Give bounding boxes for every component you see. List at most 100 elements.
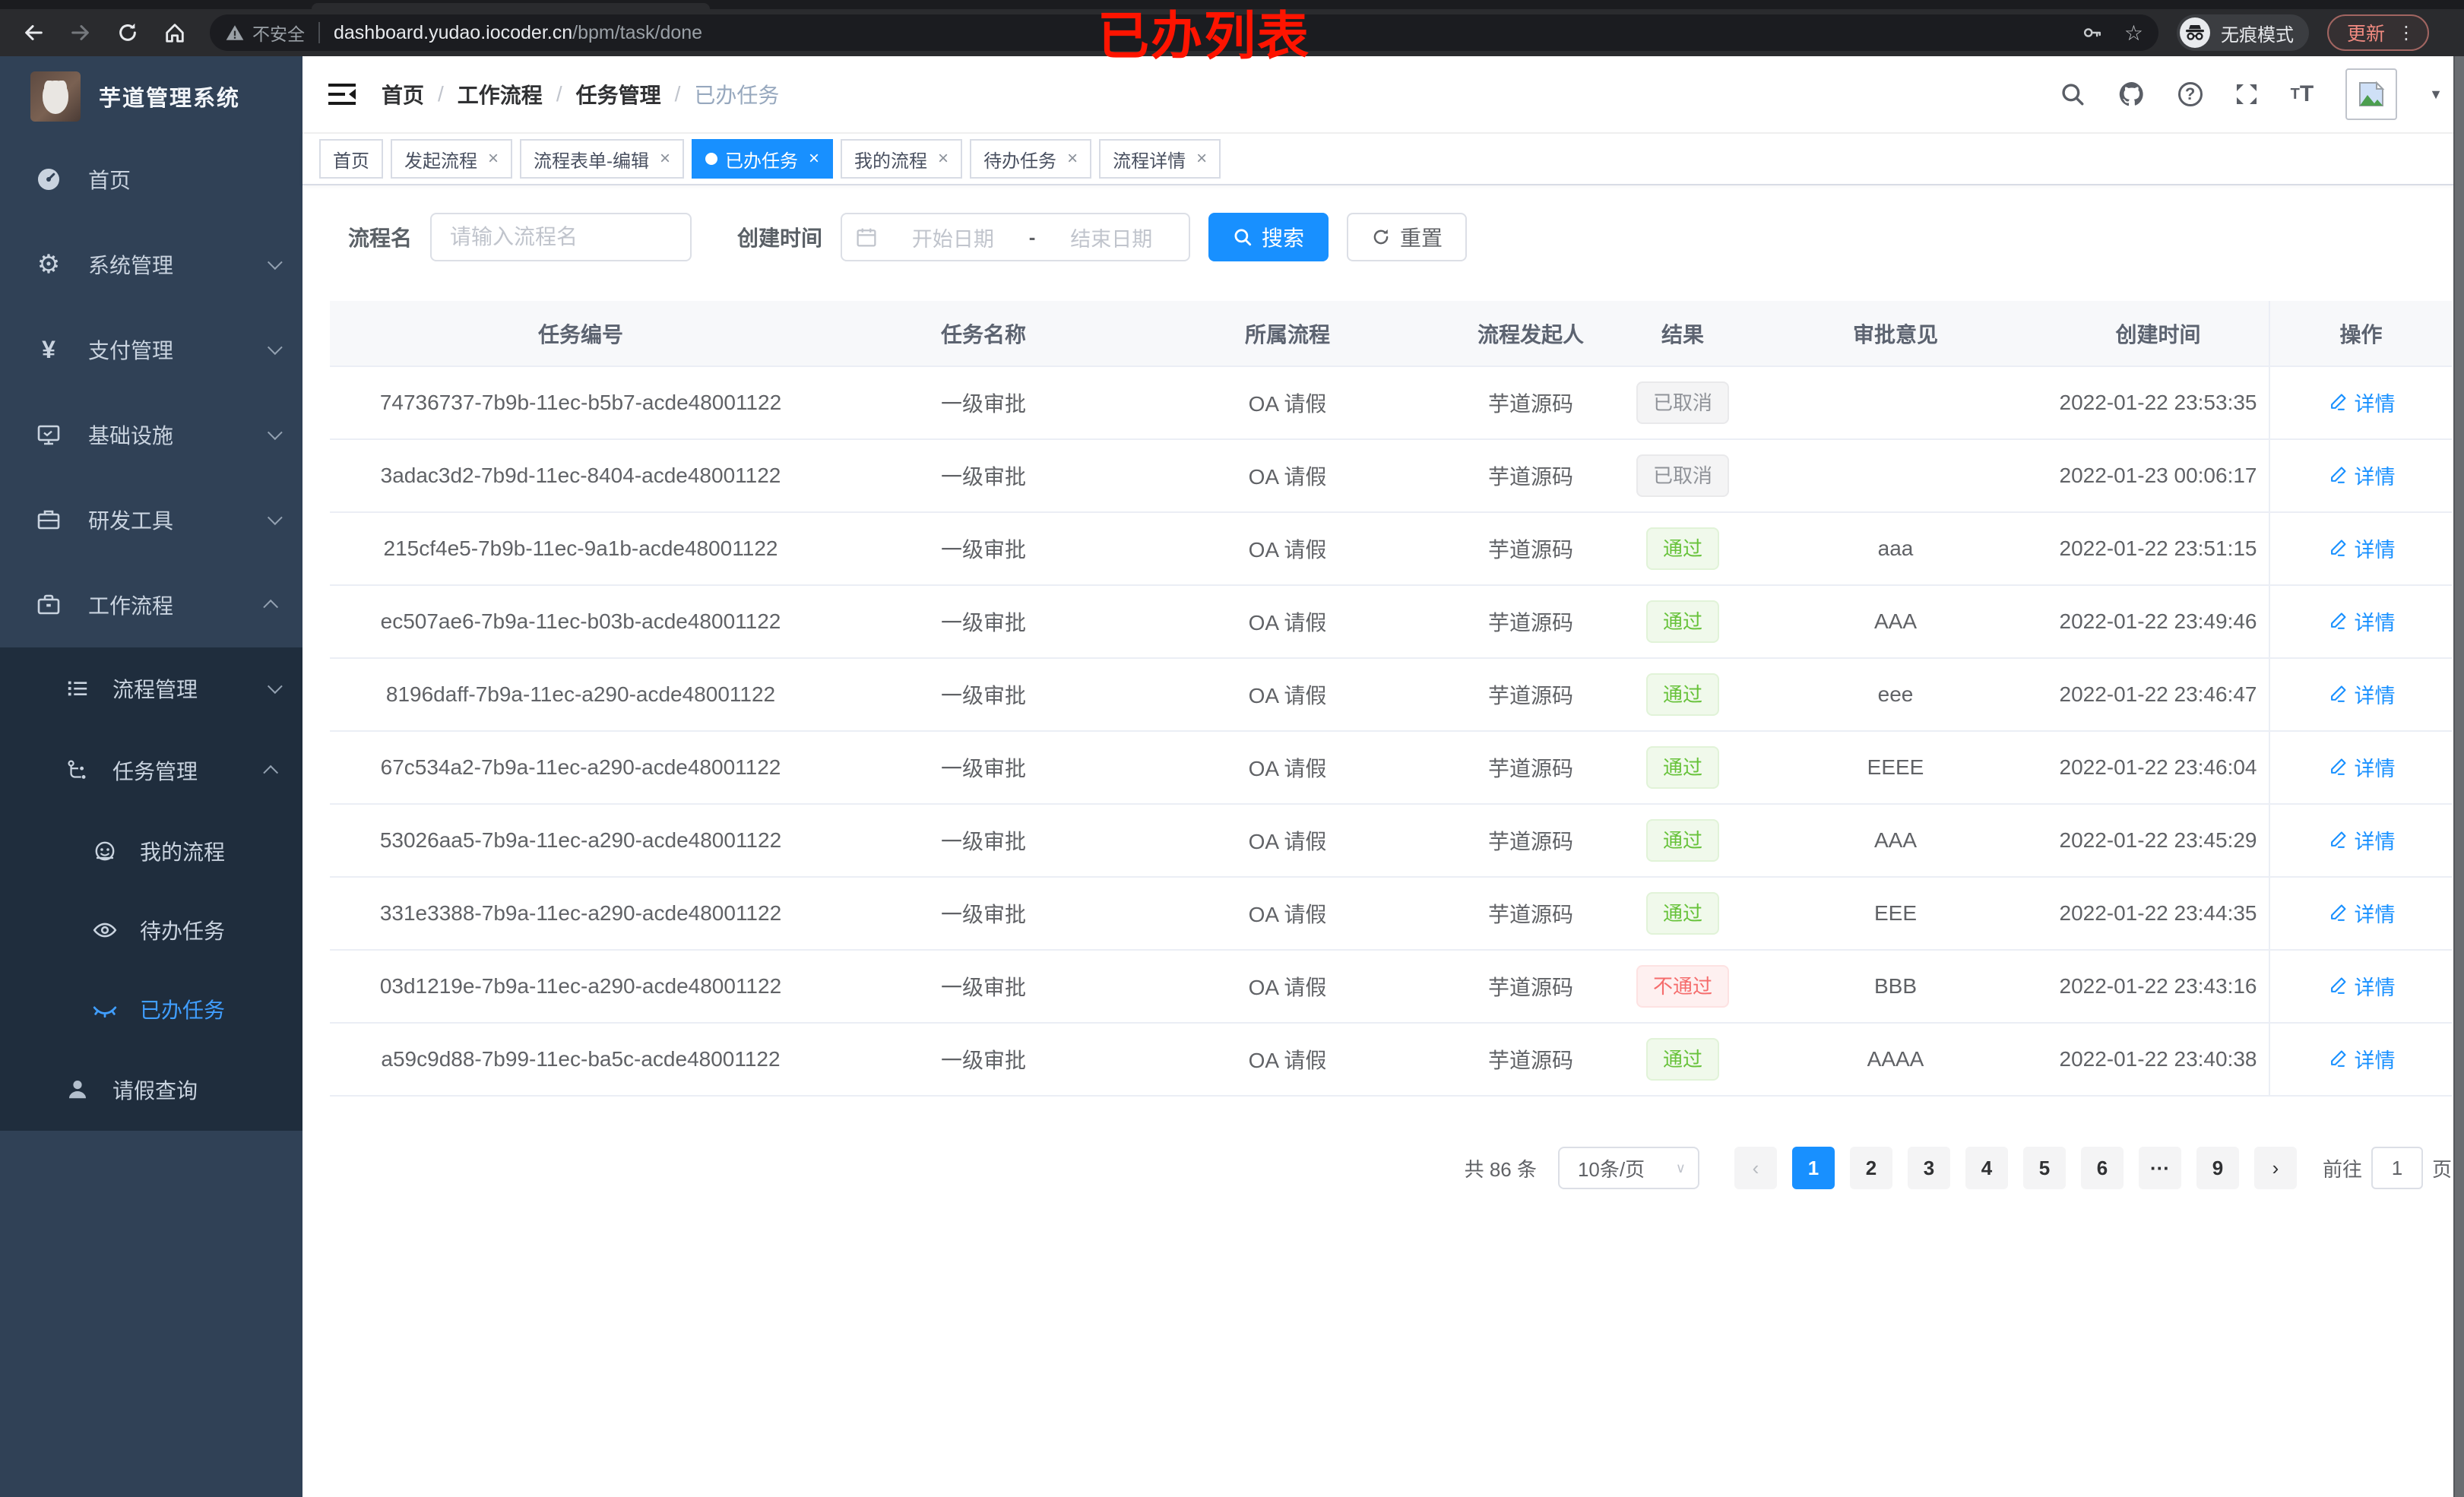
page-button-1[interactable]: 1 <box>1791 1147 1835 1189</box>
search-icon[interactable] <box>2060 81 2086 107</box>
cell-process: OA 请假 <box>1248 611 1327 635</box>
home-icon[interactable] <box>157 14 193 51</box>
image-placeholder-icon <box>2359 81 2385 106</box>
page-button-4[interactable]: 4 <box>1965 1147 2008 1189</box>
github-icon[interactable] <box>2117 80 2146 109</box>
breadcrumb-task-mgmt[interactable]: 任务管理 <box>576 79 661 109</box>
toolbox-icon <box>30 508 67 532</box>
detail-link[interactable]: 详情 <box>2327 1044 2396 1074</box>
edit-pen-icon <box>2330 540 2345 557</box>
detail-link[interactable]: 详情 <box>2327 752 2396 782</box>
close-icon[interactable]: × <box>809 148 819 169</box>
cell-process: OA 请假 <box>1248 538 1327 562</box>
back-icon[interactable] <box>15 14 52 51</box>
tab-4[interactable]: 我的流程 × <box>841 139 963 179</box>
sidebar-item-done-tasks[interactable]: 已办任务 <box>0 970 302 1049</box>
table-row: 03d1219e-7b9a-11ec-a290-acde48001122 一级审批… <box>330 950 2452 1024</box>
close-icon[interactable]: × <box>1196 148 1207 169</box>
eye-icon <box>88 917 122 943</box>
forward-icon[interactable] <box>62 14 99 51</box>
avatar[interactable] <box>2345 68 2398 120</box>
tab-5[interactable]: 待办任务 × <box>970 139 1092 179</box>
help-icon[interactable]: ? <box>2177 82 2203 106</box>
sidebar-item-task-mgmt[interactable]: 任务管理 <box>0 730 302 812</box>
breadcrumb-home[interactable]: 首页 <box>382 79 424 109</box>
page-button-2[interactable]: 2 <box>1849 1147 1892 1189</box>
sidebar-item-devtools[interactable]: 研发工具 <box>0 477 302 562</box>
cell-starter: 芋道源码 <box>1487 465 1573 489</box>
fullscreen-icon[interactable] <box>2234 82 2259 106</box>
sidebar-item-infra[interactable]: 基础设施 <box>0 392 302 477</box>
cell-starter: 芋道源码 <box>1487 903 1573 926</box>
table-row: 331e3388-7b9a-11ec-a290-acde48001122 一级审批… <box>330 877 2452 951</box>
tab-6[interactable]: 流程详情 × <box>1099 139 1221 179</box>
menu-fold-icon[interactable] <box>327 79 357 109</box>
page-ellipsis[interactable]: ··· <box>2138 1147 2181 1189</box>
cell-task-id: a59c9d88-7b99-11ec-ba5c-acde48001122 <box>381 1047 781 1071</box>
sidebar-item-process-mgmt[interactable]: 流程管理 <box>0 647 302 730</box>
close-icon[interactable]: × <box>488 148 499 169</box>
detail-link[interactable]: 详情 <box>2327 825 2396 855</box>
result-badge: 通过 <box>1645 527 1719 570</box>
cell-task-id: 331e3388-7b9a-11ec-a290-acde48001122 <box>379 901 782 925</box>
prev-page-button[interactable]: ‹ <box>1734 1147 1777 1189</box>
tab-0[interactable]: 首页 <box>319 139 383 179</box>
cell-created: 2022-01-22 23:43:16 <box>2059 974 2257 998</box>
chevron-down-icon <box>267 425 283 441</box>
detail-link[interactable]: 详情 <box>2327 971 2396 1001</box>
page-button-3[interactable]: 3 <box>1907 1147 1950 1189</box>
close-icon[interactable]: × <box>1067 148 1078 169</box>
sidebar-item-my-process[interactable]: 我的流程 <box>0 812 302 891</box>
detail-link[interactable]: 详情 <box>2327 388 2396 417</box>
date-range-picker[interactable]: 开始日期 - 结束日期 <box>841 213 1191 261</box>
page-unit-label: 页 <box>2431 1157 2452 1181</box>
sidebar-item-label: 任务管理 <box>112 760 198 783</box>
sidebar-logo[interactable]: 芋道管理系统 <box>0 56 302 137</box>
page-button-5[interactable]: 5 <box>2022 1147 2066 1189</box>
browser-menu-icon[interactable]: ⋮ <box>2397 22 2415 44</box>
update-button[interactable]: 更新 ⋮ <box>2327 14 2430 51</box>
page-button-9[interactable]: 9 <box>2196 1147 2239 1189</box>
sidebar-item-pay[interactable]: ¥ 支付管理 <box>0 307 302 392</box>
detail-link[interactable]: 详情 <box>2327 679 2396 709</box>
goto-page-input[interactable] <box>2371 1147 2423 1189</box>
tab-2[interactable]: 流程表单-编辑 × <box>520 139 685 179</box>
next-page-button[interactable]: › <box>2253 1147 2297 1189</box>
page-size-select[interactable]: 10条/页 ∨ <box>1557 1147 1699 1189</box>
tab-1[interactable]: 发起流程 × <box>391 139 513 179</box>
reset-button[interactable]: 重置 <box>1347 213 1468 261</box>
edit-pen-icon <box>2330 685 2345 703</box>
workflow-submenu: 流程管理 任务管理 我的流程 待办任务 已办任务 请假查询 <box>0 647 302 1131</box>
page-button-6[interactable]: 6 <box>2080 1147 2124 1189</box>
sidebar-item-workflow[interactable]: 工作流程 <box>0 562 302 647</box>
search-button[interactable]: 搜索 <box>1208 213 1329 261</box>
detail-link[interactable]: 详情 <box>2327 460 2396 490</box>
detail-link[interactable]: 详情 <box>2327 606 2396 636</box>
total-count: 共 86 条 <box>1464 1157 1537 1181</box>
detail-link[interactable]: 详情 <box>2327 898 2396 928</box>
breadcrumb-workflow[interactable]: 工作流程 <box>458 79 543 109</box>
chevron-down-icon <box>267 510 283 526</box>
cell-opinion: AAAA <box>1867 1047 1924 1071</box>
avatar-caret-icon[interactable]: ▼ <box>2429 87 2443 103</box>
sidebar-item-leave-query[interactable]: 请假查询 <box>0 1049 302 1131</box>
edit-pen-icon <box>2330 1050 2345 1068</box>
process-name-input[interactable] <box>430 213 692 261</box>
col-result: 结果 <box>1622 301 1743 367</box>
close-icon[interactable]: × <box>660 148 670 169</box>
reload-icon[interactable] <box>109 14 146 51</box>
close-icon[interactable]: × <box>938 148 949 169</box>
font-size-icon[interactable]: TT <box>2291 81 2314 107</box>
briefcase-icon <box>30 593 67 617</box>
tab-active[interactable]: 已办任务 × <box>692 139 834 179</box>
key-icon[interactable] <box>2082 22 2103 43</box>
browser-scrollbar[interactable] <box>2453 56 2464 1497</box>
sidebar-item-home[interactable]: 首页 <box>0 137 302 222</box>
detail-label: 详情 <box>2354 684 2396 707</box>
browser-tab[interactable] <box>312 3 710 9</box>
sidebar-item-todo-tasks[interactable]: 待办任务 <box>0 891 302 970</box>
sidebar-item-system[interactable]: ⚙ 系统管理 <box>0 222 302 307</box>
result-badge: 通过 <box>1645 819 1719 862</box>
detail-link[interactable]: 详情 <box>2327 533 2396 563</box>
bookmark-star-icon[interactable]: ☆ <box>2124 21 2143 46</box>
